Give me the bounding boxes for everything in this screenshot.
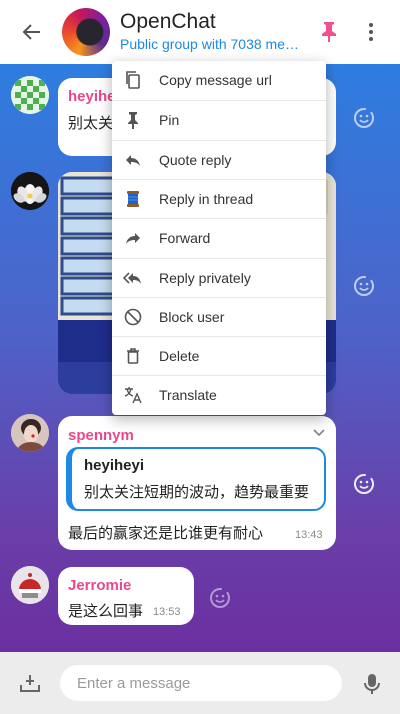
trash-icon <box>127 348 139 364</box>
portrait-avatar[interactable] <box>11 414 49 452</box>
pin-icon <box>322 22 336 42</box>
voice-message-button[interactable] <box>362 672 382 696</box>
menu-item-quote-reply[interactable]: Quote reply <box>112 139 326 179</box>
group-title[interactable]: OpenChat <box>120 10 216 34</box>
quoted-text: 别太关注短期的波动，趋势最重要 <box>84 484 310 501</box>
menu-item-label: Pin <box>159 112 180 129</box>
message-time: 13:43 <box>295 529 323 541</box>
sender-name[interactable]: Jerromie <box>68 577 131 594</box>
reaction-button[interactable] <box>352 106 376 130</box>
green-checker-avatar[interactable] <box>11 76 49 114</box>
attach-icon <box>20 675 40 692</box>
add-reaction-icon <box>210 588 230 608</box>
menu-item-label: Forward <box>159 230 211 247</box>
forward-icon <box>126 233 140 245</box>
group-avatar[interactable] <box>62 8 110 56</box>
menu-item-label: Reply privately <box>159 269 251 286</box>
group-subtitle[interactable]: Public group with 7038 members <box>120 36 302 52</box>
kebab-menu-icon <box>369 23 373 41</box>
message-bubble[interactable]: spennym heyiheyi 别太关注短期的波动，趋势最重要 最后的赢家还是… <box>58 416 336 550</box>
message-time: 13:53 <box>153 606 181 618</box>
lotus-avatar[interactable] <box>11 172 49 210</box>
reaction-button[interactable] <box>208 586 232 610</box>
back-button[interactable] <box>20 20 44 44</box>
message-composer <box>0 652 400 714</box>
block-icon <box>124 308 142 326</box>
message-input[interactable] <box>60 665 342 701</box>
message-text: 别太关 <box>68 115 114 132</box>
menu-item-translate[interactable]: Translate <box>112 375 326 414</box>
menu-item-label: Translate <box>159 387 217 404</box>
menu-item-copy-url[interactable]: Copy message url <box>112 61 326 100</box>
quoted-sender: heyiheyi <box>84 457 145 474</box>
menu-item-label: Reply in thread <box>159 190 254 207</box>
helmet-avatar[interactable] <box>11 566 49 604</box>
message-bubble[interactable]: Jerromie 是这么回事 13:53 <box>58 567 194 625</box>
chat-header: OpenChat Public group with 7038 members <box>0 0 400 64</box>
spool-icon <box>127 190 139 207</box>
quoted-message[interactable]: heyiheyi 别太关注短期的波动，趋势最重要 <box>66 447 326 511</box>
reply-icon <box>126 154 140 166</box>
add-reaction-icon <box>354 108 374 128</box>
reply-all-icon <box>123 271 141 284</box>
message-text: 最后的赢家还是比谁更有耐心 <box>68 525 264 542</box>
more-options-button[interactable] <box>362 21 380 43</box>
menu-item-label: Copy message url <box>159 72 272 88</box>
message-context-menu: Copy message url Pin Quote reply Reply i… <box>112 61 326 415</box>
copy-icon <box>126 71 140 89</box>
menu-item-label: Quote reply <box>159 151 232 168</box>
message-text: 是这么回事 <box>68 603 144 620</box>
pin-icon <box>128 112 138 130</box>
sender-name[interactable]: heyihe <box>68 88 116 105</box>
translate-icon <box>124 387 142 404</box>
back-arrow-icon <box>22 24 40 40</box>
sender-name[interactable]: spennym <box>68 427 134 444</box>
reaction-button[interactable] <box>352 472 376 496</box>
add-reaction-icon <box>354 276 374 296</box>
menu-item-block-user[interactable]: Block user <box>112 296 326 336</box>
message-options-chevron[interactable] <box>311 424 327 440</box>
pinned-messages-button[interactable] <box>320 21 338 43</box>
menu-item-pin[interactable]: Pin <box>112 100 326 139</box>
microphone-icon <box>364 674 380 694</box>
menu-item-reply-thread[interactable]: Reply in thread <box>112 178 326 218</box>
add-reaction-icon <box>354 474 374 494</box>
chevron-down-icon <box>313 429 325 437</box>
reaction-button[interactable] <box>352 274 376 298</box>
menu-item-forward[interactable]: Forward <box>112 218 326 257</box>
menu-item-label: Block user <box>159 308 225 325</box>
menu-item-label: Delete <box>159 348 200 365</box>
menu-item-delete[interactable]: Delete <box>112 336 326 375</box>
attach-button[interactable] <box>18 671 42 695</box>
menu-item-reply-privately[interactable]: Reply privately <box>112 257 326 297</box>
